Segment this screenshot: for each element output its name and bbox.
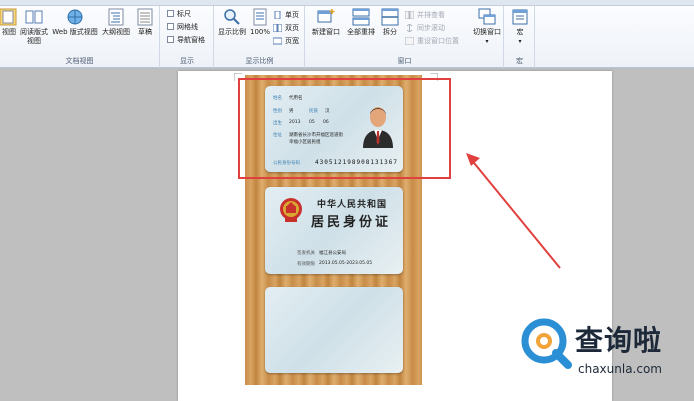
ribbon: 视图 阅读版式 视图 Web 版式视图 大纲视图 草稿 文档视图 标尺 网格线 …	[0, 6, 694, 68]
new-window-icon	[317, 9, 335, 23]
macros-button[interactable]: 宏 ▾	[510, 8, 530, 46]
one-page-label: 单页	[285, 10, 299, 19]
outline-view-label: 大纲视图	[102, 28, 130, 36]
id-card-blank	[265, 287, 403, 373]
two-pages-label: 双页	[285, 23, 299, 32]
draft-view-button[interactable]: 草稿	[134, 8, 156, 37]
side-by-side-label: 并排查看	[417, 10, 445, 19]
arrange-all-icon	[352, 8, 370, 26]
ruler-check-box[interactable]	[167, 10, 174, 17]
navigation-pane-label: 导航窗格	[177, 35, 205, 44]
page-width-label: 页宽	[285, 36, 299, 45]
side-by-side-icon	[405, 10, 414, 19]
one-page-button[interactable]: 单页	[273, 9, 299, 20]
macros-label: 宏	[516, 28, 524, 36]
arrange-all-label: 全部重排	[347, 28, 375, 36]
book-icon	[25, 10, 43, 24]
highlight-box	[238, 78, 451, 179]
zoom-100-button[interactable]: 100%	[250, 8, 270, 37]
watermark: 查询啦 chaxunla.com	[518, 314, 694, 401]
globe-icon	[67, 9, 83, 25]
navigation-pane-check-box[interactable]	[167, 36, 174, 43]
reset-window-position-button[interactable]: 重设窗口位置	[405, 35, 459, 46]
group-label-window: 窗口	[397, 57, 412, 65]
full-screen-reading-label: 阅读版式 视图	[20, 28, 48, 45]
macros-icon	[512, 9, 528, 25]
page-100-icon	[253, 8, 267, 26]
group-document-views: 视图 阅读版式 视图 Web 版式视图 大纲视图 草稿 文档视图	[0, 6, 160, 68]
draft-view-label: 草稿	[138, 28, 152, 36]
web-layout-label: Web 版式视图	[52, 28, 98, 36]
group-zoom: 显示比例 100% 单页 双页 页宽 显示比例	[215, 6, 305, 68]
zoom-label: 显示比例	[218, 28, 246, 36]
group-label-zoom: 显示比例	[245, 57, 274, 65]
split-icon	[381, 8, 399, 26]
zoom-button[interactable]: 显示比例	[217, 8, 247, 37]
gridlines-checkbox[interactable]: 网格线	[167, 21, 198, 32]
arrange-all-button[interactable]: 全部重排	[344, 8, 378, 37]
zoom-100-label: 100%	[250, 28, 271, 36]
two-pages-button[interactable]: 双页	[273, 22, 299, 33]
print-layout-button[interactable]: 视图	[0, 8, 18, 37]
group-label-show: 显示	[180, 57, 194, 65]
reset-position-icon	[405, 36, 414, 45]
new-window-button[interactable]: 新建窗口	[309, 8, 343, 37]
validity-value: 2013.05.05-2023.05.05	[319, 261, 373, 266]
full-screen-reading-button[interactable]: 阅读版式 视图	[20, 8, 48, 46]
group-label-document-views: 文档视图	[65, 57, 94, 65]
reset-position-label: 重设窗口位置	[417, 36, 459, 45]
split-button[interactable]: 拆分	[379, 8, 401, 37]
ruler-checkbox[interactable]: 标尺	[167, 8, 191, 19]
gridlines-label: 网格线	[177, 22, 198, 31]
print-layout-label: 视图	[2, 28, 16, 36]
ruler-label: 标尺	[177, 9, 191, 18]
switch-windows-label: 切换窗口	[473, 28, 501, 36]
outline-icon	[108, 8, 124, 26]
page-width-button[interactable]: 页宽	[273, 35, 299, 46]
page-width-icon	[273, 37, 282, 44]
macros-dropdown-icon: ▾	[518, 38, 522, 45]
new-window-label: 新建窗口	[312, 28, 340, 36]
synchronous-scrolling-button[interactable]: 同步滚动	[405, 22, 445, 33]
switch-windows-dropdown-icon: ▾	[485, 38, 489, 45]
group-show: 标尺 网格线 导航窗格 显示	[161, 6, 214, 68]
navigation-pane-checkbox[interactable]: 导航窗格	[167, 34, 205, 45]
id-back-title-line-2: 居民身份证	[311, 215, 392, 230]
watermark-title: 查询啦	[575, 324, 663, 357]
authority-value: 福江县公安局	[319, 251, 346, 256]
watermark-logo-icon	[521, 318, 572, 369]
outline-view-button[interactable]: 大纲视图	[101, 8, 131, 37]
national-emblem-icon	[280, 198, 302, 222]
web-layout-button[interactable]: Web 版式视图	[50, 8, 100, 37]
one-page-icon	[274, 10, 281, 19]
view-side-by-side-button[interactable]: 并排查看	[405, 9, 445, 20]
watermark-url: chaxunla.com	[578, 362, 662, 376]
draft-icon	[137, 8, 153, 26]
two-pages-icon	[273, 23, 282, 32]
switch-windows-button[interactable]: 切换窗口 ▾	[470, 8, 504, 46]
id-card-back: 中华人民共和国 居民身份证 签发机关 福江县公安局 有效期限 2013.05.0…	[265, 187, 403, 274]
id-back-title-line-1: 中华人民共和国	[317, 200, 388, 210]
split-label: 拆分	[383, 28, 397, 36]
group-window: 新建窗口 全部重排 拆分 并排查看 同步滚动 重设窗口位置 切换窗口 ▾ 窗口	[306, 6, 504, 68]
group-label-macros: 宏	[516, 57, 523, 65]
authority-label: 签发机关	[297, 251, 315, 256]
gridlines-check-box[interactable]	[167, 23, 174, 30]
group-macros: 宏 ▾ 宏	[505, 6, 535, 68]
validity-label: 有效期限	[297, 262, 315, 267]
magnifier-icon	[224, 9, 240, 25]
print-layout-icon	[0, 8, 17, 26]
switch-windows-icon	[478, 8, 496, 25]
sync-scroll-icon	[406, 23, 413, 32]
sync-scroll-label: 同步滚动	[417, 23, 445, 32]
